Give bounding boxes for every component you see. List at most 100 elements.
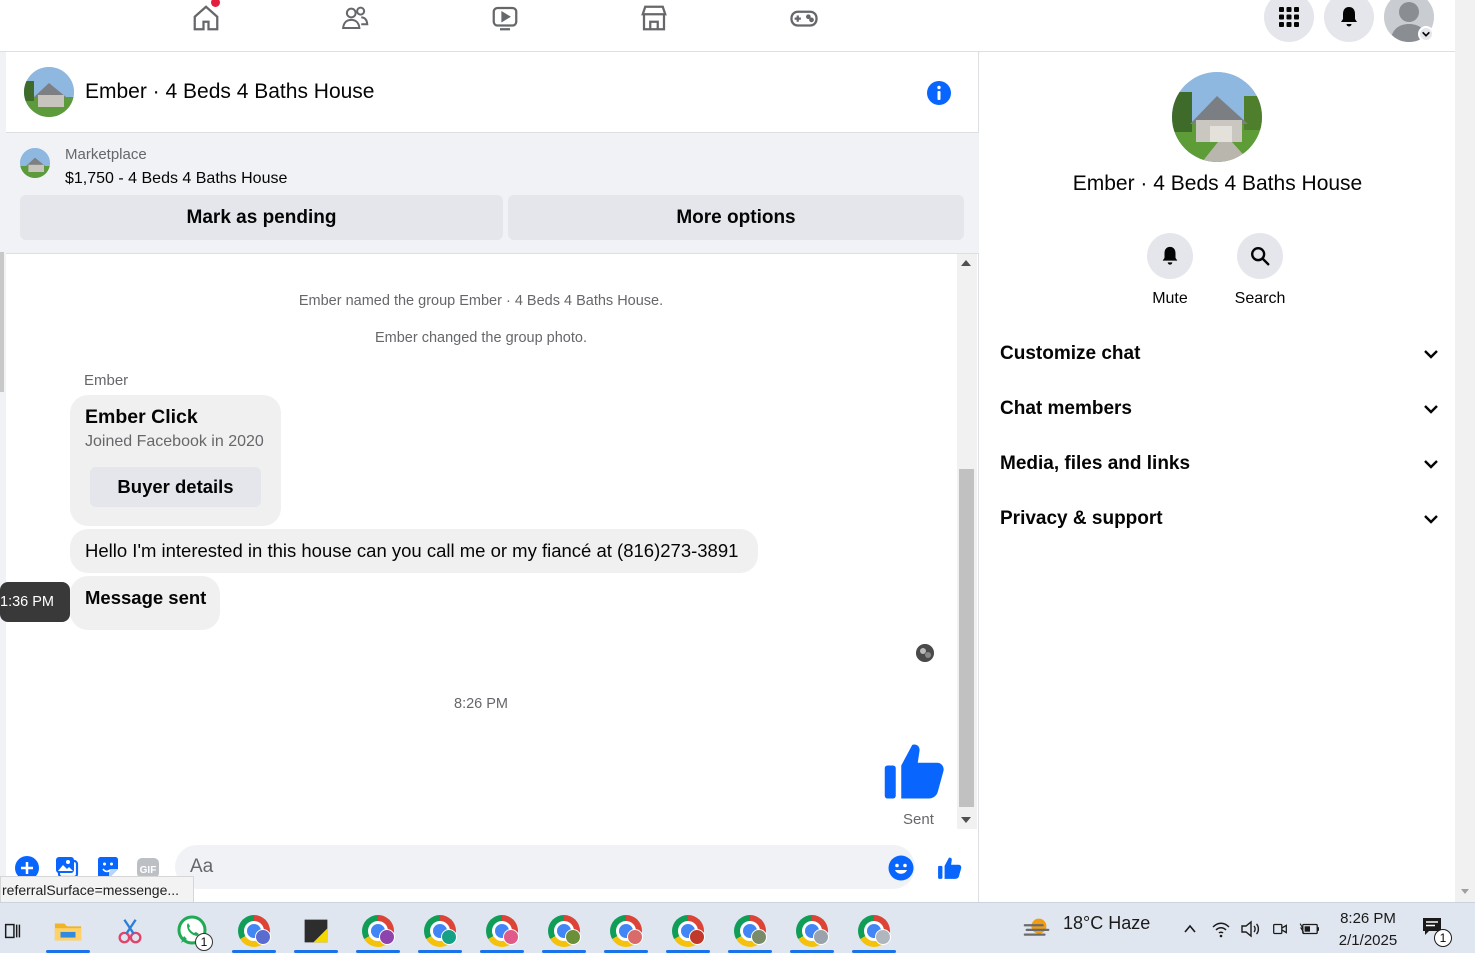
system-message: Ember changed the group photo. — [374, 330, 587, 346]
home-icon[interactable] — [186, 0, 226, 36]
whatsapp-badge: 1 — [195, 933, 213, 951]
watch-icon[interactable] — [485, 0, 525, 36]
notification-count-badge: 1 — [1434, 929, 1452, 947]
task-view-icon[interactable] — [0, 909, 38, 953]
whatsapp-icon[interactable]: 1 — [167, 909, 217, 953]
page: Ember · 4 Beds 4 Baths House Marketplace… — [0, 0, 1475, 953]
section-media-files-links[interactable]: Media, files and links — [1000, 444, 1440, 484]
page-scrollbar[interactable] — [1455, 0, 1475, 902]
message-timestamp: 8:26 PM — [454, 696, 508, 712]
chrome-profile-icon[interactable] — [539, 909, 589, 953]
weather-text[interactable]: 18°C Haze — [1063, 913, 1150, 934]
section-customize-chat[interactable]: Customize chat — [1000, 334, 1440, 374]
marketplace-icon[interactable] — [634, 0, 674, 36]
mark-as-pending-button[interactable]: Mark as pending — [20, 195, 503, 240]
group-avatar[interactable] — [24, 67, 74, 117]
menu-grid-icon[interactable] — [1264, 0, 1314, 42]
listing-thumbnail[interactable] — [20, 148, 50, 178]
sent-status: Sent — [903, 811, 934, 828]
top-navigation — [0, 0, 1455, 52]
chrome-profile-icon[interactable] — [663, 909, 713, 953]
listing-title[interactable]: $1,750 - 4 Beds 4 Baths House — [65, 170, 287, 188]
chat-info-panel: Ember · 4 Beds 4 Baths House Mute Search… — [980, 52, 1455, 902]
chrome-profile-icon[interactable] — [477, 909, 527, 953]
sticky-notes-icon[interactable] — [291, 909, 341, 953]
bell-icon[interactable] — [1147, 233, 1193, 279]
seen-avatar — [916, 644, 934, 662]
message-bubble[interactable]: Message sent — [70, 576, 220, 630]
buyer-details-button[interactable]: Buyer details — [90, 467, 261, 507]
system-message: Ember named the group Ember · 4 Beds 4 B… — [298, 293, 664, 309]
section-privacy-support[interactable]: Privacy & support — [1000, 499, 1440, 539]
chevron-down-icon — [1424, 460, 1438, 469]
search-label: Search — [1234, 290, 1286, 307]
chevron-down-icon — [1424, 350, 1438, 359]
snipping-tool-icon[interactable] — [105, 909, 155, 953]
chrome-profile-s-icon[interactable] — [229, 909, 279, 953]
gaming-icon[interactable] — [784, 0, 824, 36]
section-label: Customize chat — [1000, 343, 1141, 364]
message-input-placeholder: Aa — [190, 856, 214, 877]
chrome-profile-icon[interactable] — [725, 909, 775, 953]
clock[interactable]: 8:26 PM 2/1/2025 — [1330, 908, 1406, 952]
chevron-down-icon — [1424, 515, 1438, 524]
bell-icon[interactable] — [1324, 0, 1374, 42]
mute-label: Mute — [1152, 290, 1188, 307]
meet-now-icon[interactable] — [1271, 920, 1289, 938]
status-url: referralSurface=messenge... — [0, 876, 194, 903]
message-list: Ember named the group Ember · 4 Beds 4 B… — [0, 254, 956, 841]
friends-icon[interactable] — [335, 0, 375, 36]
clock-time: 8:26 PM — [1340, 910, 1396, 927]
section-label: Chat members — [1000, 398, 1132, 419]
scroll-down-icon[interactable] — [961, 817, 971, 823]
chrome-profile-icon[interactable] — [601, 909, 651, 953]
scroll-down-icon[interactable] — [1455, 886, 1475, 898]
chat-header: Ember · 4 Beds 4 Baths House — [6, 52, 979, 133]
time-tooltip: 1:36 PM — [0, 582, 70, 622]
chrome-profile-icon[interactable] — [415, 909, 465, 953]
more-options-button[interactable]: More options — [508, 195, 964, 240]
scroll-thumb[interactable] — [959, 469, 974, 807]
chrome-profile-icon[interactable] — [787, 909, 837, 953]
group-photo[interactable] — [1172, 72, 1262, 162]
chat-panel: Ember · 4 Beds 4 Baths House Marketplace… — [0, 52, 979, 902]
buyer-name: Ember Click — [85, 406, 198, 428]
file-explorer-icon[interactable] — [43, 909, 93, 953]
info-icon[interactable] — [926, 80, 952, 106]
chevron-down-icon — [1424, 405, 1438, 414]
notification-center-icon[interactable]: 1 — [1420, 915, 1454, 947]
section-label: Media, files and links — [1000, 453, 1191, 474]
search-action[interactable]: Search — [1220, 233, 1300, 308]
mute-action[interactable]: Mute — [1130, 233, 1210, 308]
marketplace-label: Marketplace — [65, 146, 147, 163]
scroll-up-icon[interactable] — [961, 260, 971, 266]
battery-icon[interactable] — [1299, 920, 1321, 938]
like-icon[interactable] — [937, 855, 963, 881]
tooltip-time: 1:36 PM — [0, 594, 54, 610]
search-icon[interactable] — [1237, 233, 1283, 279]
taskbar: 1 18°C Haze 8:26 PM 2/1/2025 1 — [0, 902, 1475, 953]
chat-title[interactable]: Ember · 4 Beds 4 Baths House — [85, 80, 374, 104]
message-sent-text: Message sent — [85, 587, 207, 608]
haze-weather-icon[interactable] — [1022, 913, 1052, 943]
show-hidden-icons-chevron-icon[interactable] — [1182, 921, 1198, 937]
info-title: Ember · 4 Beds 4 Baths House — [1072, 172, 1363, 195]
chrome-profile-icon[interactable] — [353, 909, 403, 953]
thumbs-up-icon[interactable] — [882, 738, 948, 804]
wifi-icon[interactable] — [1211, 919, 1231, 939]
buyer-card: Ember Click Joined Facebook in 2020 Buye… — [70, 395, 281, 526]
message-bubble[interactable]: Hello I'm interested in this house can y… — [70, 529, 758, 573]
section-chat-members[interactable]: Chat members — [1000, 389, 1440, 429]
svg-text:GIF: GIF — [140, 865, 157, 876]
sender-name: Ember — [84, 372, 129, 389]
message-text: Hello I'm interested in this house can y… — [85, 540, 739, 561]
emoji-icon[interactable] — [888, 855, 914, 881]
section-label: Privacy & support — [1000, 508, 1163, 529]
account-chevron-icon[interactable] — [1418, 26, 1434, 42]
marketplace-banner: Marketplace $1,750 - 4 Beds 4 Baths Hous… — [6, 133, 979, 254]
volume-icon[interactable] — [1240, 919, 1260, 939]
buyer-joined: Joined Facebook in 2020 — [85, 433, 264, 450]
message-input[interactable]: Aa — [175, 845, 915, 889]
chrome-profile-icon[interactable] — [849, 909, 899, 953]
chat-scrollbar[interactable] — [957, 254, 977, 829]
